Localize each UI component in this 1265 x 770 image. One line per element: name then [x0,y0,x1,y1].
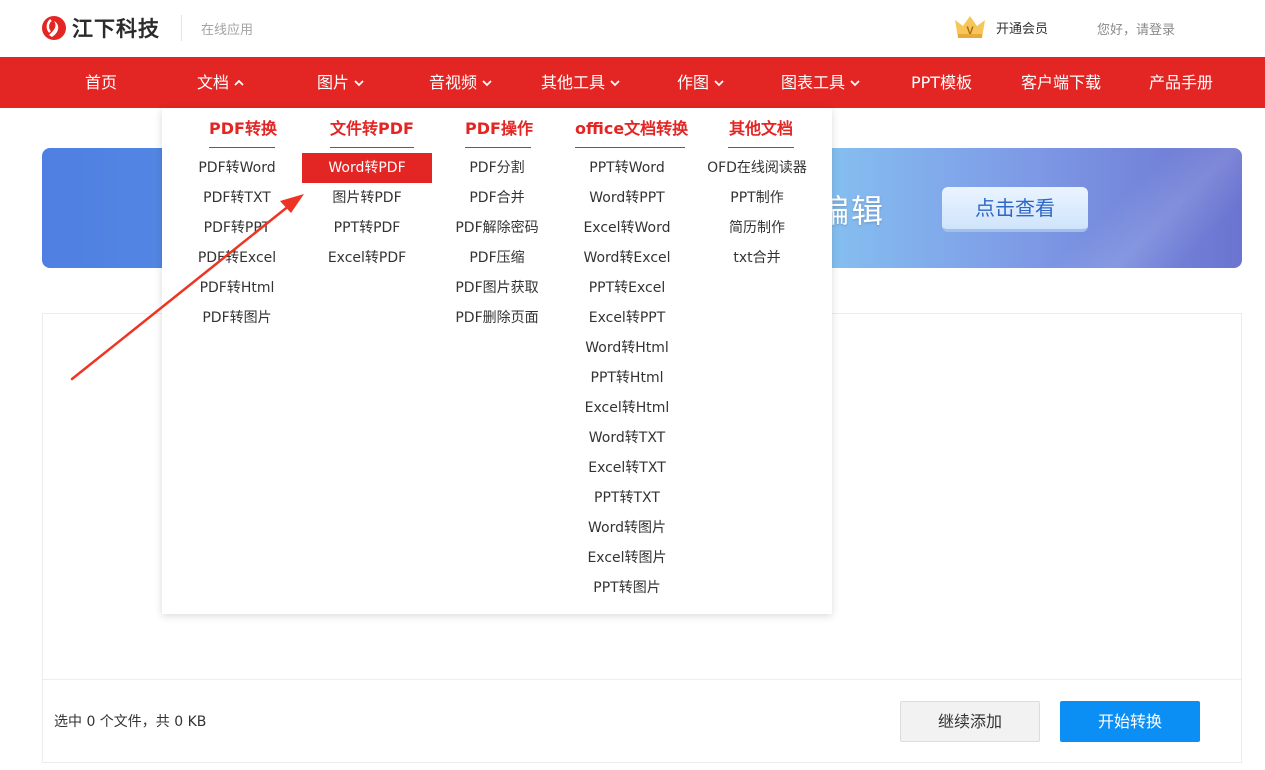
menu-column-title: PDF操作 [465,118,533,148]
documents-dropdown-menu: PDF转换 PDF转Word PDF转TXT PDF转PPT PDF转Excel… [162,108,832,614]
upload-footer: 选中 0 个文件，共 0 KB 继续添加 开始转换 [43,679,1241,763]
nav-item-ppt-templates[interactable]: PPT模板 [911,57,972,108]
logo[interactable]: 江下科技 [40,12,160,44]
menu-item-pdf-to-image[interactable]: PDF转图片 [192,303,282,333]
menu-item-ppt-to-image[interactable]: PPT转图片 [572,573,682,603]
menu-item-excel-to-html[interactable]: Excel转Html [572,393,682,423]
menu-item-resume-make[interactable]: 简历制作 [702,213,812,243]
nav-item-drawing[interactable]: 作图 [677,57,725,108]
page: 江下科技 在线应用 V 开通会员 您好，请登录 首页 文档 图片 音视频 其他工… [0,0,1265,770]
vip-button[interactable]: V 开通会员 [953,14,1048,40]
nav-item-images[interactable]: 图片 [317,57,365,108]
menu-column-title: PDF转换 [209,118,277,148]
chevron-down-icon [354,79,364,86]
main-nav: 首页 文档 图片 音视频 其他工具 作图 图表工具 PPT模板 客户端下载 产品… [0,57,1265,108]
chevron-down-icon [714,79,724,86]
menu-item-excel-to-txt[interactable]: Excel转TXT [572,453,682,483]
menu-item-word-to-ppt[interactable]: Word转PPT [572,183,682,213]
chevron-down-icon [850,79,860,86]
menu-item-word-to-image[interactable]: Word转图片 [572,513,682,543]
menu-item-pdf-remove-password[interactable]: PDF解除密码 [447,213,547,243]
continue-add-button[interactable]: 继续添加 [900,701,1040,742]
menu-item-pdf-delete-pages[interactable]: PDF删除页面 [447,303,547,333]
menu-item-pdf-image-extract[interactable]: PDF图片获取 [447,273,547,303]
menu-item-ppt-to-txt[interactable]: PPT转TXT [572,483,682,513]
menu-item-pdf-to-word[interactable]: PDF转Word [192,153,282,183]
menu-item-excel-to-ppt[interactable]: Excel转PPT [572,303,682,333]
menu-column-title: 其他文档 [728,118,794,148]
menu-item-pdf-to-excel[interactable]: PDF转Excel [192,243,282,273]
menu-item-pdf-to-txt[interactable]: PDF转TXT [192,183,282,213]
menu-item-word-to-html[interactable]: Word转Html [572,333,682,363]
nav-item-client-download[interactable]: 客户端下载 [1021,57,1101,108]
svg-text:V: V [966,25,974,37]
menu-item-excel-to-image[interactable]: Excel转图片 [572,543,682,573]
nav-item-documents[interactable]: 文档 [197,57,245,108]
menu-item-ppt-to-word[interactable]: PPT转Word [572,153,682,183]
menu-item-word-to-txt[interactable]: Word转TXT [572,423,682,453]
menu-item-word-to-excel[interactable]: Word转Excel [572,243,682,273]
vip-label: 开通会员 [996,21,1049,37]
menu-item-excel-to-pdf[interactable]: Excel转PDF [302,243,432,273]
chevron-up-icon [234,79,244,86]
menu-item-ofd-reader[interactable]: OFD在线阅读器 [702,153,812,183]
logo-divider [181,15,182,41]
banner-view-button[interactable]: 点击查看 [942,187,1088,232]
menu-item-ppt-to-pdf[interactable]: PPT转PDF [302,213,432,243]
menu-item-image-to-pdf[interactable]: 图片转PDF [302,183,432,213]
menu-item-pdf-merge[interactable]: PDF合并 [447,183,547,213]
menu-item-excel-to-word[interactable]: Excel转Word [572,213,682,243]
logo-icon [42,16,66,40]
file-count-info: 选中 0 个文件，共 0 KB [54,714,207,730]
nav-item-other-tools[interactable]: 其他工具 [541,57,621,108]
top-header: 江下科技 在线应用 V 开通会员 您好，请登录 [0,0,1265,57]
logo-text: 江下科技 [72,17,160,41]
site-subtitle: 在线应用 [201,23,254,38]
nav-item-audio-video[interactable]: 音视频 [429,57,493,108]
menu-item-ppt-make[interactable]: PPT制作 [702,183,812,213]
login-link[interactable]: 您好，请登录 [1097,19,1175,38]
menu-column-title: office文档转换 [575,118,688,148]
crown-icon: V [955,16,985,38]
menu-item-word-to-pdf[interactable]: Word转PDF [302,153,432,183]
chevron-down-icon [482,79,492,86]
menu-column-title: 文件转PDF [330,118,414,148]
nav-item-product-manual[interactable]: 产品手册 [1149,57,1213,108]
menu-item-ppt-to-excel[interactable]: PPT转Excel [572,273,682,303]
nav-item-chart-tools[interactable]: 图表工具 [781,57,861,108]
menu-item-pdf-to-html[interactable]: PDF转Html [192,273,282,303]
menu-item-pdf-to-ppt[interactable]: PDF转PPT [192,213,282,243]
menu-item-pdf-split[interactable]: PDF分割 [447,153,547,183]
start-convert-button[interactable]: 开始转换 [1060,701,1200,742]
menu-item-ppt-to-html[interactable]: PPT转Html [572,363,682,393]
chevron-down-icon [610,79,620,86]
menu-item-pdf-compress[interactable]: PDF压缩 [447,243,547,273]
menu-item-txt-merge[interactable]: txt合并 [702,243,812,273]
nav-item-home[interactable]: 首页 [85,57,117,108]
